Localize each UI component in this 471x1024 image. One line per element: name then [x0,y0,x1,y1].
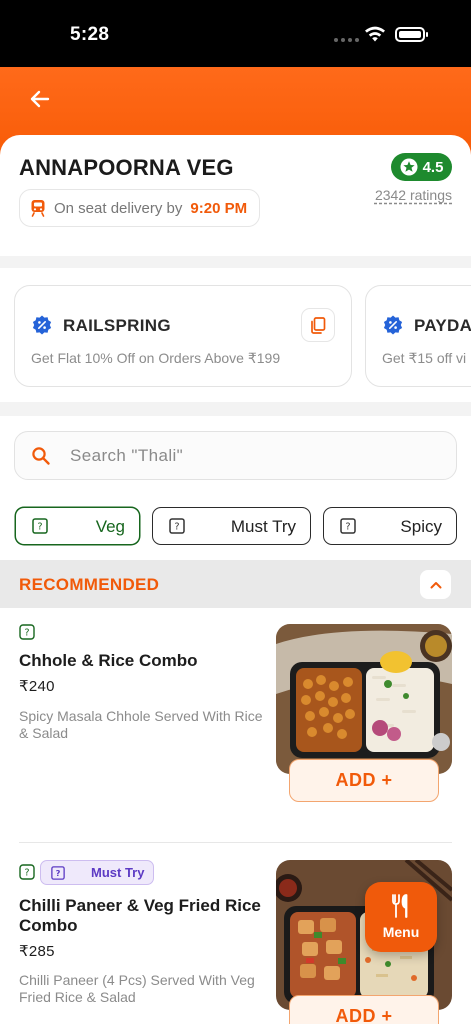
svg-text:?: ? [24,628,29,639]
menu-fab-label: Menu [382,924,420,940]
rating-badge: 4.5 [391,153,452,181]
dish-list: ? Chhole & Rice Combo ₹240 Spicy Masala … [0,608,471,1024]
filter-chip-must-try[interactable]: ? Must Try [152,507,311,545]
collapse-section-button[interactable] [420,570,451,599]
star-icon [400,158,418,176]
filter-chip-spicy[interactable]: ? Spicy [323,507,457,545]
fork-knife-icon [392,894,408,918]
veg-icon: ? [32,518,48,534]
dish-description: Spicy Masala Chhole Served With Rice & S… [19,708,263,741]
chevron-up-icon [430,581,441,588]
search-box[interactable] [14,431,457,480]
discount-badge-icon [383,315,403,335]
filter-chip-label: Veg [95,517,125,536]
status-bar: 5:28 [0,0,471,67]
dish-description: Chilli Paneer (4 Pcs) Served With Veg Fr… [19,972,255,1005]
train-icon [31,200,45,217]
filter-chip-label: Must Try [230,517,296,536]
back-arrow-icon[interactable] [26,85,54,113]
svg-text:?: ? [56,868,61,878]
restaurant-menu-screen: 5:28 ANNAPOORNA VEG On seat delivery by … [0,0,471,1024]
ratings-count-link[interactable]: 2342 ratings [375,187,452,203]
discount-badge-icon [32,315,52,335]
svg-text:?: ? [174,522,179,533]
dish-image[interactable] [276,624,452,774]
delivery-time: 9:20 PM [190,199,248,217]
svg-text:?: ? [345,522,350,533]
restaurant-name: ANNAPOORNA VEG [19,155,234,180]
veg-icon: ? [19,864,35,880]
offer-description: Get ₹15 off vi [382,350,467,366]
offer-card[interactable]: RAILSPRING Get Flat 10% Off on Orders Ab… [14,285,352,387]
search-section [0,416,471,494]
search-icon [32,447,50,465]
must-try-icon: ? [169,518,185,534]
offers-carousel[interactable]: RAILSPRING Get Flat 10% Off on Orders Ab… [0,268,471,402]
wifi-icon [365,26,385,42]
spicy-icon: ? [340,518,356,534]
dish-name: Chilli Paneer & Veg Fried Rice Combo [19,896,261,935]
svg-text:?: ? [24,868,29,879]
copy-icon [311,316,326,334]
veg-icon: ? [19,624,35,640]
cellular-signal-icon [334,38,359,42]
offer-code: RAILSPRING [63,316,171,335]
restaurant-info-card: ANNAPOORNA VEG On seat delivery by 9:20 … [0,135,471,256]
dish-price: ₹240 [19,678,55,695]
must-try-icon: ? [51,865,65,880]
search-input[interactable] [70,442,430,470]
dish-name: Chhole & Rice Combo [19,651,198,670]
battery-icon [395,27,428,42]
delivery-label: On seat delivery by [54,199,183,217]
rating-value: 4.5 [422,158,444,176]
offer-card[interactable]: PAYDA Get ₹15 off vi [365,285,471,387]
offer-code: PAYDA [414,316,471,335]
dish-price: ₹285 [19,943,55,960]
filter-chip-label: Spicy [400,517,442,536]
filter-chip-veg[interactable]: ? Veg [15,507,140,545]
add-to-cart-button[interactable]: ADD + [289,759,439,802]
offer-description: Get Flat 10% Off on Orders Above ₹199 [31,350,281,366]
section-title: RECOMMENDED [19,575,160,594]
must-try-tag: ? Must Try [40,860,155,885]
section-header-recommended[interactable]: RECOMMENDED [0,560,471,608]
menu-fab-button[interactable]: Menu [365,882,437,952]
status-time: 5:28 [70,24,110,45]
add-to-cart-button[interactable]: ADD + [289,995,439,1024]
delivery-info-pill: On seat delivery by 9:20 PM [19,189,261,227]
copy-code-button[interactable] [301,308,335,342]
tag-label: Must Try [91,865,145,880]
dish-divider [19,842,452,843]
filter-chips: ? Veg ? Must Try ? Spicy [0,494,471,560]
svg-text:?: ? [37,522,42,533]
